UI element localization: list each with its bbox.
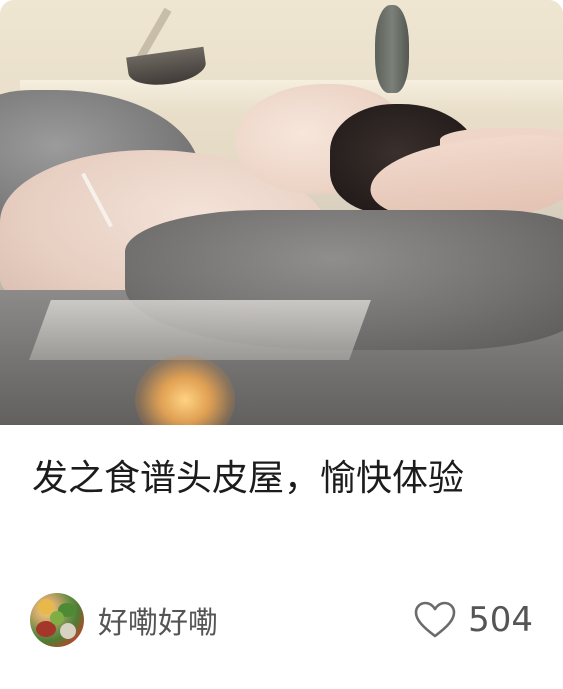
cover-decor xyxy=(375,5,409,93)
author-avatar[interactable] xyxy=(30,593,84,647)
post-title[interactable]: 发之食谱头皮屋，愉快体验 xyxy=(32,448,532,510)
cover-image[interactable] xyxy=(0,0,563,425)
post-card[interactable]: 发之食谱头皮屋，愉快体验 好嘞好嘞 504 xyxy=(0,0,563,689)
like-button[interactable]: 504 xyxy=(414,600,533,640)
post-footer: 好嘞好嘞 504 xyxy=(30,592,533,648)
author-info[interactable]: 好嘞好嘞 xyxy=(30,593,218,647)
like-count: 504 xyxy=(468,600,533,640)
cover-decor xyxy=(29,300,371,360)
author-name[interactable]: 好嘞好嘞 xyxy=(98,598,218,642)
heart-outline-icon[interactable] xyxy=(414,601,456,639)
